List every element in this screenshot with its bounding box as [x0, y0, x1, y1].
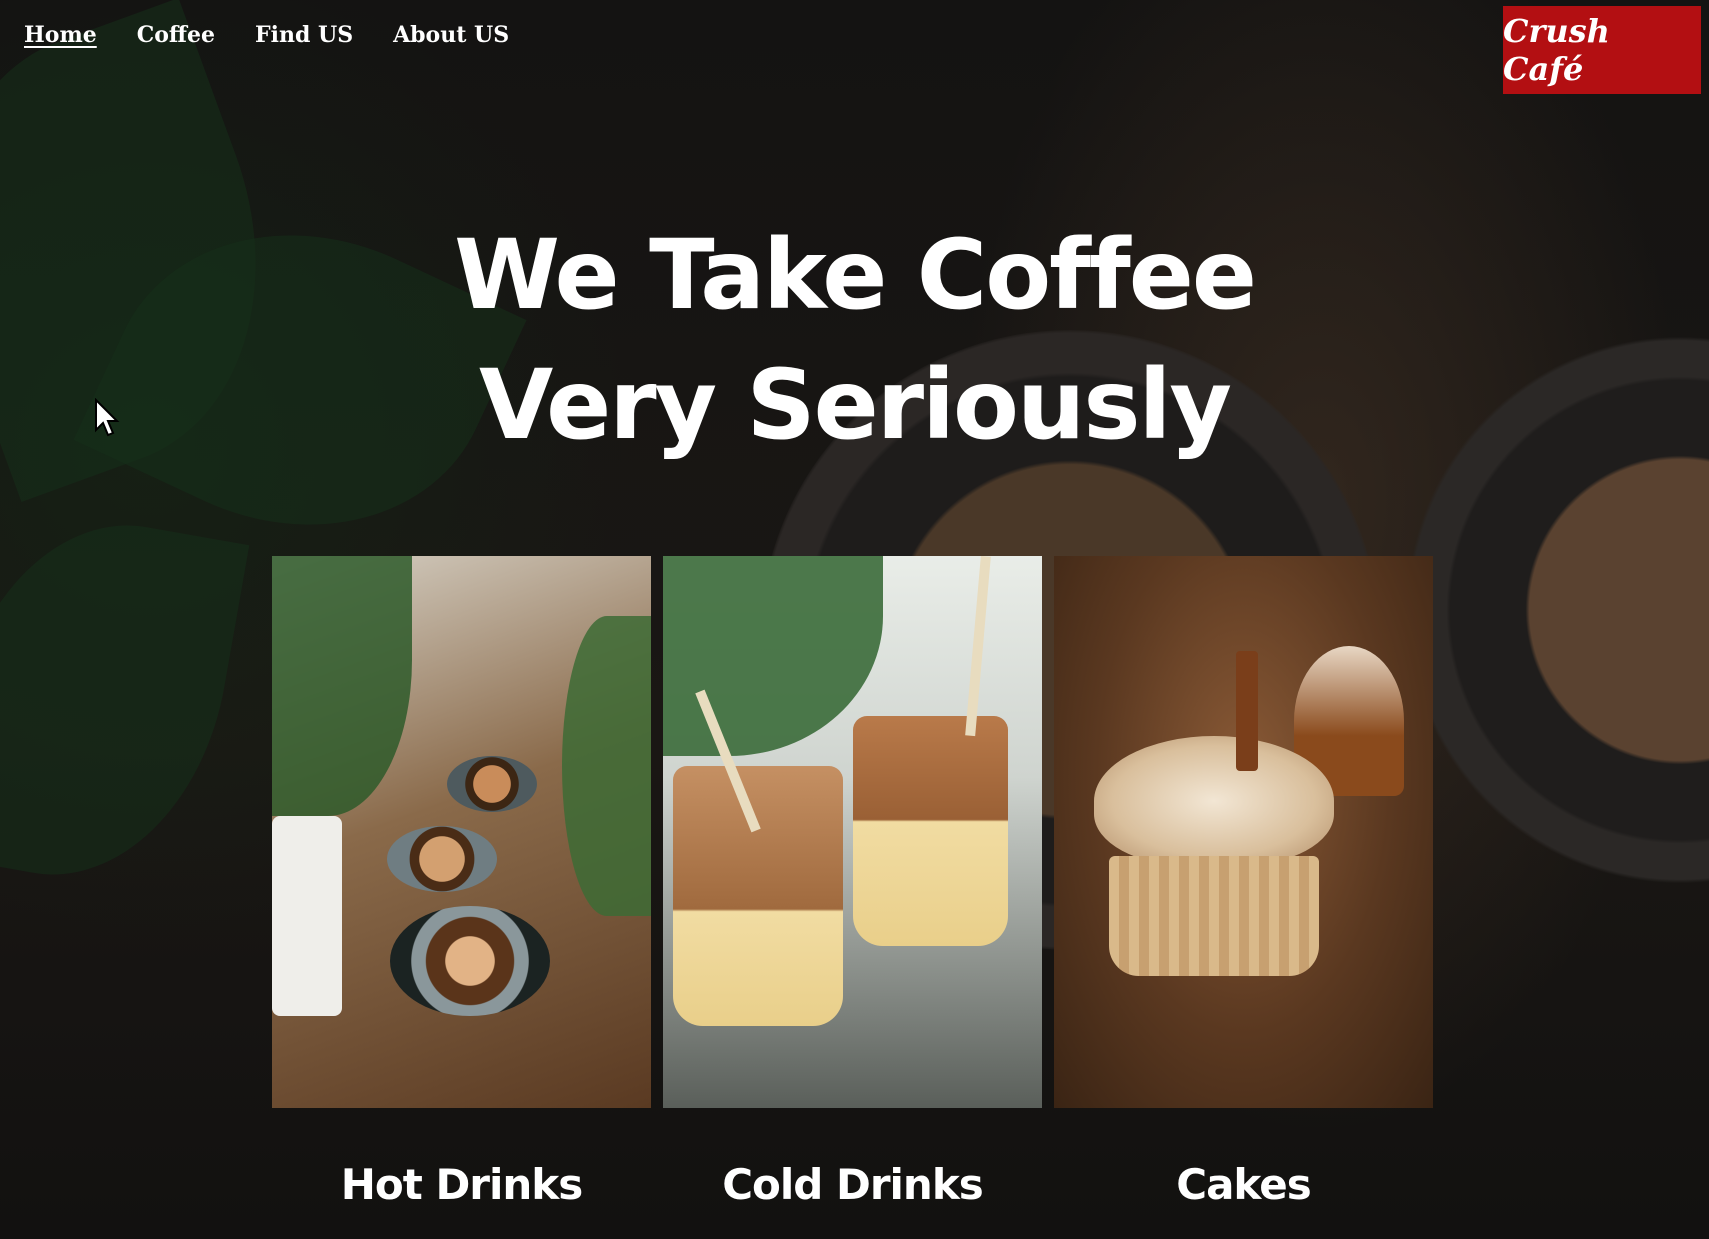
card-cold-drinks[interactable]: Cold Drinks — [663, 556, 1042, 1209]
card-hot-drinks[interactable]: Hot Drinks — [272, 556, 651, 1209]
nav-find-us[interactable]: Find US — [255, 22, 353, 48]
nav-home[interactable]: Home — [24, 22, 97, 48]
hero-line-1: We Take Coffee — [454, 219, 1257, 331]
straw-shape — [965, 556, 991, 737]
category-cards: Hot Drinks Cold Drinks Cakes — [272, 556, 1433, 1209]
frosting-shape — [1094, 736, 1334, 866]
pot-shape — [272, 816, 342, 1016]
card-cakes[interactable]: Cakes — [1054, 556, 1433, 1209]
coffee-cup-shape — [390, 906, 550, 1016]
card-title-cold-drinks[interactable]: Cold Drinks — [663, 1160, 1042, 1209]
coffee-cup-shape — [387, 826, 497, 892]
brand-logo[interactable]: Crush Café — [1503, 6, 1701, 94]
iced-coffee-cup-shape — [853, 716, 1008, 946]
nav-coffee[interactable]: Coffee — [137, 22, 215, 48]
cupcake-liner-shape — [1109, 856, 1319, 976]
nav-about-us[interactable]: About US — [393, 22, 509, 48]
hot-drinks-image[interactable] — [272, 556, 651, 1108]
cakes-image[interactable] — [1054, 556, 1433, 1108]
hero-headline: We Take Coffee Very Seriously — [0, 210, 1709, 470]
hero-line-2: Very Seriously — [479, 349, 1232, 461]
plant-shape — [272, 556, 412, 816]
plant-shape — [663, 556, 883, 756]
iced-coffee-cup-shape — [673, 766, 843, 1026]
card-title-cakes[interactable]: Cakes — [1054, 1160, 1433, 1209]
main-nav: Home Coffee Find US About US — [24, 22, 509, 48]
card-title-hot-drinks[interactable]: Hot Drinks — [272, 1160, 651, 1209]
mouse-cursor-icon — [95, 398, 120, 437]
cold-drinks-image[interactable] — [663, 556, 1042, 1108]
plant-leaf-decoration — [0, 500, 250, 900]
plant-shape — [562, 616, 651, 916]
coffee-cup-shape — [447, 756, 537, 812]
cinnamon-stick-shape — [1236, 651, 1258, 771]
